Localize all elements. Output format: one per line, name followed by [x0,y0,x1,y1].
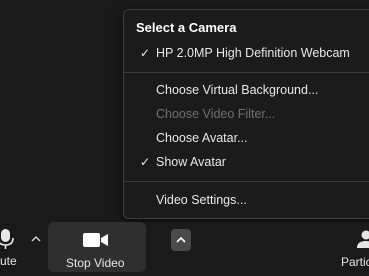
video-settings-item[interactable]: Video Settings... [124,189,369,211]
chevron-up-icon[interactable] [31,235,41,243]
checkmark-icon: ✓ [140,155,151,169]
menu-item-label: Video Settings... [156,193,247,207]
participants-icon [357,230,369,248]
menu-divider [124,181,369,182]
menu-item-label: Show Avatar [156,155,226,169]
stop-video-label: Stop Video [66,256,125,270]
video-camera-icon [83,233,108,247]
menu-item-label: Choose Virtual Background... [156,83,319,97]
camera-menu: Select a Camera ✓ HP 2.0MP High Definiti… [123,9,369,219]
menu-header: Select a Camera [136,20,237,35]
choose-avatar-item[interactable]: Choose Avatar... [124,127,369,149]
participants-label: Partic [341,255,369,269]
camera-option-label: HP 2.0MP High Definition Webcam [156,46,350,60]
mute-label: ute [0,254,17,268]
menu-item-label: Choose Avatar... [156,131,248,145]
video-options-caret-button[interactable] [171,229,191,251]
mute-button[interactable]: ute [0,222,28,272]
zoom-meeting-window: Select a Camera ✓ HP 2.0MP High Definiti… [0,0,369,276]
stop-video-button[interactable]: Stop Video [48,222,191,272]
meeting-toolbar: ute Stop Video Partic [0,222,369,276]
camera-option-hp-webcam[interactable]: ✓ HP 2.0MP High Definition Webcam [124,42,369,64]
checkmark-icon: ✓ [140,46,151,60]
show-avatar-item[interactable]: ✓ Show Avatar [124,151,369,173]
choose-virtual-background-item[interactable]: Choose Virtual Background... [124,79,369,101]
menu-item-label: Choose Video Filter... [156,107,276,121]
menu-divider [124,72,369,73]
choose-video-filter-item: Choose Video Filter... [124,103,369,125]
chevron-up-icon [176,236,186,243]
participants-button[interactable]: Partic [336,222,369,272]
microphone-icon [0,229,14,249]
